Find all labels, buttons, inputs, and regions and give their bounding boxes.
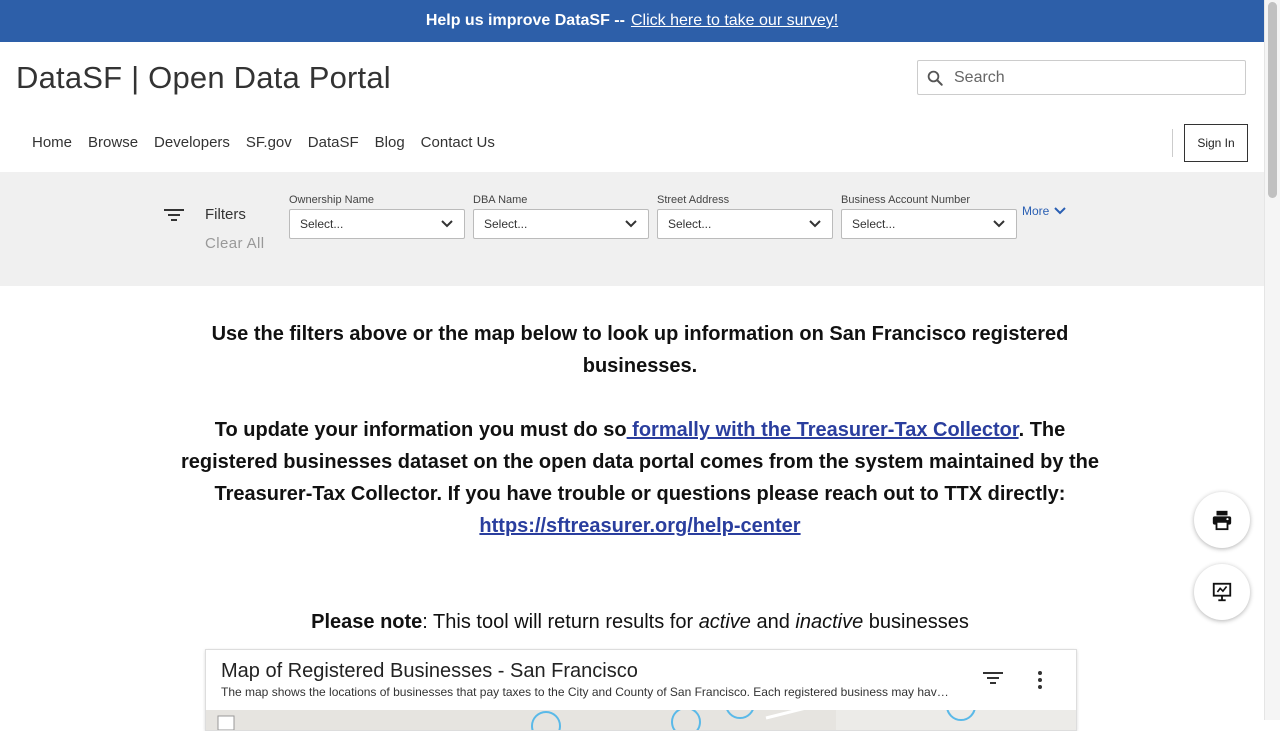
update-text-pre: To update your information you must do s…: [214, 419, 627, 441]
filter-label: Ownership Name: [289, 194, 374, 206]
more-vert-icon[interactable]: [1032, 670, 1048, 690]
chevron-down-icon: [441, 220, 453, 228]
filter-ownership-name: Ownership Name Select...: [289, 194, 465, 239]
update-info-text: To update your information you must do s…: [180, 414, 1100, 542]
print-button[interactable]: [1194, 492, 1250, 548]
scrollbar-thumb[interactable]: [1268, 2, 1277, 198]
nav-blog[interactable]: Blog: [375, 134, 405, 151]
nav-datasf[interactable]: DataSF: [308, 134, 359, 151]
select-value: Select...: [852, 217, 896, 231]
note-active: active: [698, 611, 751, 633]
map-markers: [217, 689, 1076, 730]
filters-label: Filters: [205, 206, 246, 223]
help-center-link[interactable]: https://sftreasurer.org/help-center: [479, 515, 800, 537]
note-part: : This tool will return results for: [422, 611, 699, 633]
select-value: Select...: [668, 217, 712, 231]
nav-developers[interactable]: Developers: [154, 134, 230, 151]
note-end: businesses: [863, 611, 969, 633]
treasurer-tax-collector-link[interactable]: formally with the Treasurer-Tax Collecto…: [627, 419, 1018, 441]
select-value: Select...: [300, 217, 344, 231]
chevron-down-icon: [809, 220, 821, 228]
more-filters-button[interactable]: More: [1022, 204, 1067, 218]
more-label: More: [1022, 204, 1050, 218]
banner-text: Help us improve DataSF --: [425, 12, 625, 29]
map-description: The map shows the locations of businesse…: [221, 685, 951, 699]
filter-label: Business Account Number: [841, 194, 971, 206]
presentation-icon: [1212, 582, 1232, 602]
nav-sfgov[interactable]: SF.gov: [246, 134, 292, 151]
survey-link[interactable]: Click here to take our survey!: [631, 12, 838, 30]
ownership-name-select[interactable]: Select...: [289, 209, 465, 239]
note-label: Please note: [311, 611, 423, 633]
filter-street-address: Street Address Select...: [657, 194, 833, 239]
main-nav: Home Browse Developers SF.gov DataSF Blo…: [32, 134, 511, 151]
note-inactive: inactive: [795, 611, 864, 633]
sign-in-button[interactable]: Sign In: [1184, 124, 1248, 162]
clear-all-button[interactable]: Clear All: [205, 235, 264, 252]
search-box[interactable]: [917, 60, 1246, 95]
nav-contact-us[interactable]: Contact Us: [421, 134, 495, 151]
filter-dba-name: DBA Name Select...: [473, 194, 649, 239]
intro-text: Use the filters above or the map below t…: [211, 323, 1069, 377]
map-card: Map of Registered Businesses - San Franc…: [205, 649, 1077, 731]
filter-bar: Filters Clear All Ownership Name Select.…: [0, 172, 1264, 286]
note-and: and: [750, 611, 796, 633]
site-title[interactable]: DataSF | Open Data Portal: [16, 60, 391, 96]
page-scrollbar[interactable]: [1264, 0, 1280, 720]
filter-label: Street Address: [657, 194, 730, 206]
map-view[interactable]: [206, 689, 1076, 730]
note-text: Please note: This tool will return resul…: [180, 608, 1100, 636]
chevron-down-icon: [625, 220, 637, 228]
print-icon: [1212, 510, 1232, 531]
chevron-down-icon: [993, 220, 1005, 228]
dba-name-select[interactable]: Select...: [473, 209, 649, 239]
business-account-number-select[interactable]: Select...: [841, 209, 1017, 239]
filter-business-account-number: Business Account Number Select...: [841, 194, 1017, 239]
filter-icon[interactable]: [164, 207, 184, 223]
filter-label: DBA Name: [473, 194, 528, 206]
chevron-down-icon: [1054, 207, 1067, 215]
search-icon: [927, 70, 943, 86]
site-header: DataSF | Open Data Portal Home Browse De…: [0, 42, 1264, 172]
map-title[interactable]: Map of Registered Businesses - San Franc…: [221, 660, 638, 683]
street-address-select[interactable]: Select...: [657, 209, 833, 239]
survey-banner: Help us improve DataSF -- Click here to …: [0, 0, 1264, 42]
nav-divider: [1172, 129, 1173, 157]
nav-home[interactable]: Home: [32, 134, 72, 151]
filter-icon[interactable]: [983, 670, 1003, 686]
nav-browse[interactable]: Browse: [88, 134, 138, 151]
search-input[interactable]: [952, 67, 1236, 88]
presentation-button[interactable]: [1194, 564, 1250, 620]
select-value: Select...: [484, 217, 528, 231]
